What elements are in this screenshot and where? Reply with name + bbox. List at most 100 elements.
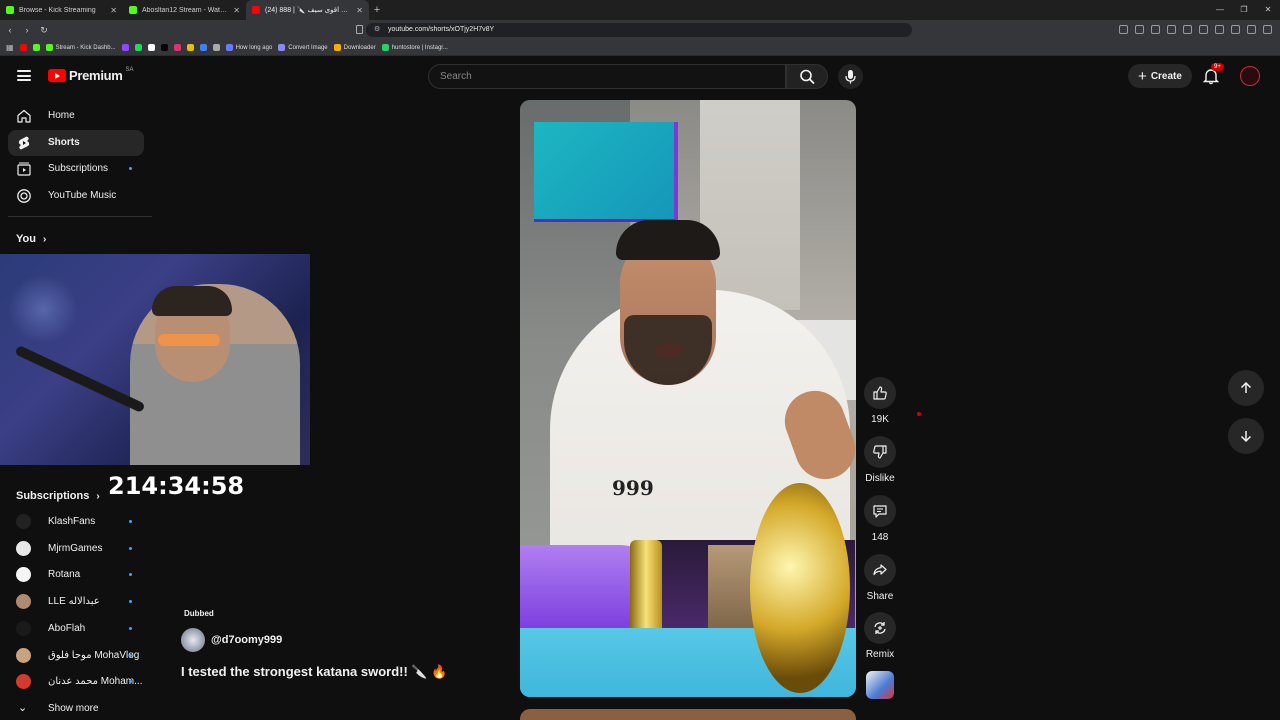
show-more-button[interactable]: ⌄ Show more <box>16 698 146 718</box>
sidebar-item-label: Subscriptions <box>48 163 109 175</box>
create-button[interactable]: + Create <box>1128 64 1192 88</box>
back-button[interactable]: ‹ <box>3 25 17 35</box>
extension-icon[interactable] <box>1183 25 1192 34</box>
subscription-item[interactable]: AboFlah <box>16 618 146 638</box>
shorts-video-player[interactable]: 999 <box>520 100 856 697</box>
bookmark-item[interactable] <box>134 44 142 51</box>
subscription-item[interactable]: موحا فلوق MohaVlog <box>16 645 146 665</box>
extension-icon[interactable] <box>1151 25 1160 34</box>
bookmark-item[interactable]: Stream - Kick Dashb... <box>45 44 116 51</box>
youtube-premium-logo[interactable]: Premium SA <box>48 66 134 83</box>
sound-source-avatar[interactable] <box>866 671 894 699</box>
voice-search-button[interactable] <box>838 64 863 89</box>
menu-hamburger-icon[interactable] <box>17 70 31 81</box>
channel-avatar <box>16 514 31 529</box>
browser-tab[interactable]: (24) اختبرت اقوى سيف 🔪 | 888$ #shorts ✕ <box>246 0 369 20</box>
bookmark-item[interactable] <box>160 44 168 51</box>
channel-row[interactable]: @d7oomy999 <box>181 628 282 652</box>
account-avatar[interactable] <box>1240 66 1260 86</box>
subscription-name: Rotana <box>48 569 81 581</box>
reload-button[interactable]: ↻ <box>37 25 51 36</box>
restore-button[interactable]: ❐ <box>1232 0 1256 20</box>
close-tab-icon[interactable]: ✕ <box>110 6 117 15</box>
bookmark-page-icon[interactable] <box>356 25 363 34</box>
channel-avatar[interactable] <box>181 628 205 652</box>
sidebar-item-home[interactable]: Home <box>8 103 144 129</box>
channel-handle[interactable]: @d7oomy999 <box>211 634 282 646</box>
extension-icon[interactable] <box>1167 25 1176 34</box>
comments-button[interactable] <box>864 495 896 527</box>
bookmark-item[interactable] <box>199 44 207 51</box>
country-code: SA <box>125 66 134 73</box>
channel-avatar <box>16 540 31 556</box>
new-content-dot <box>129 653 132 657</box>
bookmark-item[interactable]: How long ago <box>225 44 272 51</box>
bookmark-item[interactable] <box>19 44 27 51</box>
bookmark-favicon <box>173 44 181 51</box>
bookmark-item[interactable] <box>212 44 220 51</box>
extension-icon[interactable] <box>1199 25 1208 34</box>
subscriptions-icon <box>16 161 32 177</box>
subscription-item[interactable]: MjrmGames <box>16 538 146 558</box>
extension-icon[interactable] <box>1247 25 1256 34</box>
url-bar[interactable]: ⚙ youtube.com/shorts/xOTjy2H7v8Y <box>366 23 912 37</box>
search-button[interactable] <box>786 64 828 89</box>
apps-grid-icon[interactable]: ▦ <box>6 43 14 52</box>
bookmark-item[interactable] <box>147 44 155 51</box>
share-button[interactable] <box>864 554 896 586</box>
subscription-item[interactable]: محمد عدنان Moham... <box>16 671 146 691</box>
notifications-button[interactable]: 9+ <box>1202 63 1224 85</box>
bookmark-item[interactable] <box>173 44 181 51</box>
bookmark-item[interactable]: huntostore | Instagr... <box>381 44 448 51</box>
minimize-button[interactable]: — <box>1208 0 1232 20</box>
show-more-label: Show more <box>48 703 99 714</box>
extension-icon[interactable] <box>1119 25 1128 34</box>
close-window-button[interactable]: ✕ <box>1256 0 1280 20</box>
tab-favicon <box>6 6 14 14</box>
subscription-item[interactable]: Rotana <box>16 564 146 584</box>
subscription-item[interactable]: KlashFans <box>16 511 146 531</box>
you-section-header[interactable]: You › <box>16 233 46 245</box>
youtube-music-icon <box>16 188 32 204</box>
close-tab-icon[interactable]: ✕ <box>356 6 363 15</box>
bookmark-item[interactable] <box>186 44 194 51</box>
dislike-button[interactable] <box>864 436 896 468</box>
extension-icon[interactable] <box>1231 25 1240 34</box>
extension-icon[interactable] <box>1215 25 1224 34</box>
extension-icon[interactable] <box>1135 25 1144 34</box>
next-short-button[interactable] <box>1228 418 1264 454</box>
previous-short-button[interactable] <box>1228 370 1264 406</box>
notification-badge: 9+ <box>1211 63 1224 71</box>
webcam-person-hair <box>152 286 232 316</box>
browser-tab[interactable]: Abosltan12 Stream - Watch Live on Kick ✕ <box>123 0 246 20</box>
subscription-name: موحا فلوق MohaVlog <box>48 649 140 661</box>
sidebar-item-subscriptions[interactable]: Subscriptions <box>8 156 144 182</box>
next-short-preview[interactable] <box>520 709 856 720</box>
subscription-item[interactable]: LLE عبدالاله <box>16 591 146 611</box>
new-tab-button[interactable]: + <box>369 4 385 16</box>
like-button[interactable] <box>864 377 896 409</box>
bookmark-item[interactable] <box>121 44 129 51</box>
bookmark-item[interactable]: Convert Image <box>278 44 328 51</box>
site-info-icon[interactable]: ⚙ <box>374 23 380 37</box>
close-tab-icon[interactable]: ✕ <box>233 6 240 15</box>
browser-tab[interactable]: Browse - Kick Streaming ✕ <box>0 0 123 20</box>
thumbs-up-icon <box>873 386 887 400</box>
new-content-dot <box>129 626 132 630</box>
remix-button[interactable] <box>864 612 896 644</box>
subscriptions-section-header[interactable]: Subscriptions › <box>16 490 100 502</box>
sidebar-item-youtube-music[interactable]: YouTube Music <box>8 183 144 209</box>
new-content-dot <box>129 167 132 171</box>
microphone-icon <box>845 70 856 84</box>
forward-button[interactable]: › <box>20 25 34 35</box>
menu-icon[interactable] <box>1263 25 1272 34</box>
bookmark-label: Downloader <box>343 44 376 51</box>
subscription-name: KlashFans <box>48 516 96 527</box>
sidebar-item-shorts[interactable]: Shorts <box>8 129 144 156</box>
channel-avatar <box>16 594 31 610</box>
bookmark-item[interactable] <box>32 44 40 51</box>
search-input[interactable]: Search <box>428 64 786 89</box>
bookmark-favicon <box>381 44 389 51</box>
bookmark-item[interactable]: Downloader <box>333 44 376 51</box>
tab-favicon <box>129 6 137 14</box>
